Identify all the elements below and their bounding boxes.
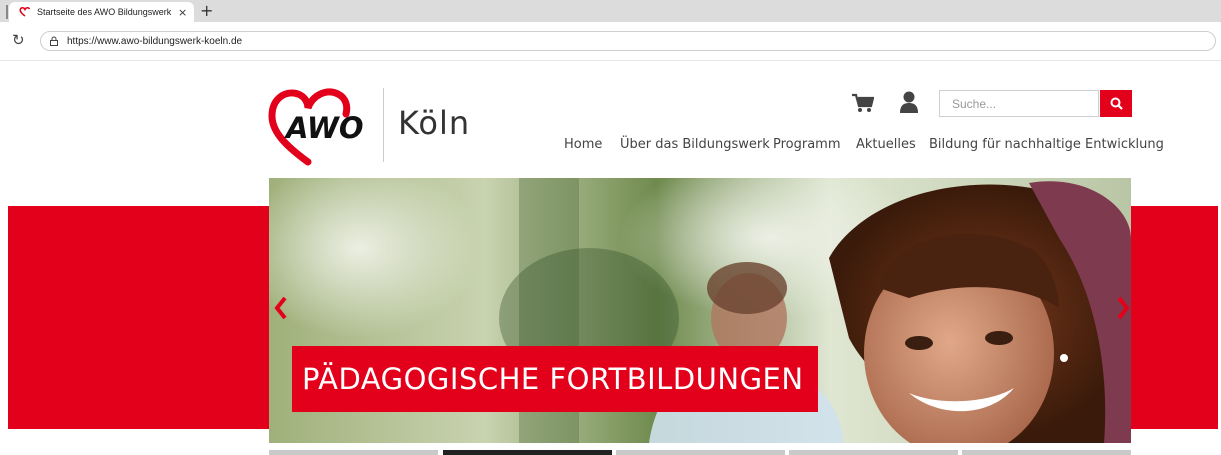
search-button[interactable] xyxy=(1100,90,1132,117)
tab-close-icon[interactable]: × xyxy=(178,6,187,19)
nav-bne[interactable]: Bildung für nachhaltige Entwicklung xyxy=(929,137,1164,152)
tab-title: Startseite des AWO Bildungswerk xyxy=(37,7,172,17)
tab-separator xyxy=(6,5,8,19)
reload-icon[interactable]: ↻ xyxy=(12,31,25,49)
awo-logo[interactable]: AWO xyxy=(268,86,380,166)
cart-icon[interactable] xyxy=(852,93,874,113)
slide-thumb[interactable] xyxy=(616,450,785,455)
nav-aktuelles[interactable]: Aktuelles xyxy=(856,137,916,152)
slide-thumb[interactable] xyxy=(789,450,958,455)
new-tab-icon[interactable]: + xyxy=(200,1,213,20)
nav-home[interactable]: Home xyxy=(564,137,602,152)
hero-caption[interactable]: PÄDAGOGISCHE FORTBILDUNGEN xyxy=(292,346,818,412)
brand-city: Köln xyxy=(398,104,471,142)
user-icon[interactable] xyxy=(900,91,918,113)
slider-next-icon[interactable] xyxy=(1116,296,1130,320)
slide-thumb[interactable] xyxy=(962,450,1131,455)
slider-prev-icon[interactable] xyxy=(273,296,289,320)
url-text: https://www.awo-bildungswerk-koeln.de xyxy=(67,35,243,47)
slide-thumb-active[interactable] xyxy=(443,450,612,455)
nav-programm[interactable]: Programm xyxy=(773,137,841,152)
search-input[interactable] xyxy=(939,90,1099,117)
browser-tab[interactable]: Startseite des AWO Bildungswerk × xyxy=(9,2,194,22)
address-bar: ↻ https://www.awo-bildungswerk-koeln.de xyxy=(0,22,1221,61)
logo-text: AWO xyxy=(284,111,364,145)
slide-thumb[interactable] xyxy=(269,450,438,455)
awo-favicon-icon xyxy=(19,7,31,17)
nav-about[interactable]: Über das Bildungswerk xyxy=(620,137,770,152)
browser-tabbar: Startseite des AWO Bildungswerk × + xyxy=(0,0,1221,22)
logo-divider xyxy=(383,88,384,162)
url-field[interactable]: https://www.awo-bildungswerk-koeln.de xyxy=(40,31,1216,51)
search-icon xyxy=(1110,97,1123,110)
lock-icon xyxy=(50,36,58,46)
